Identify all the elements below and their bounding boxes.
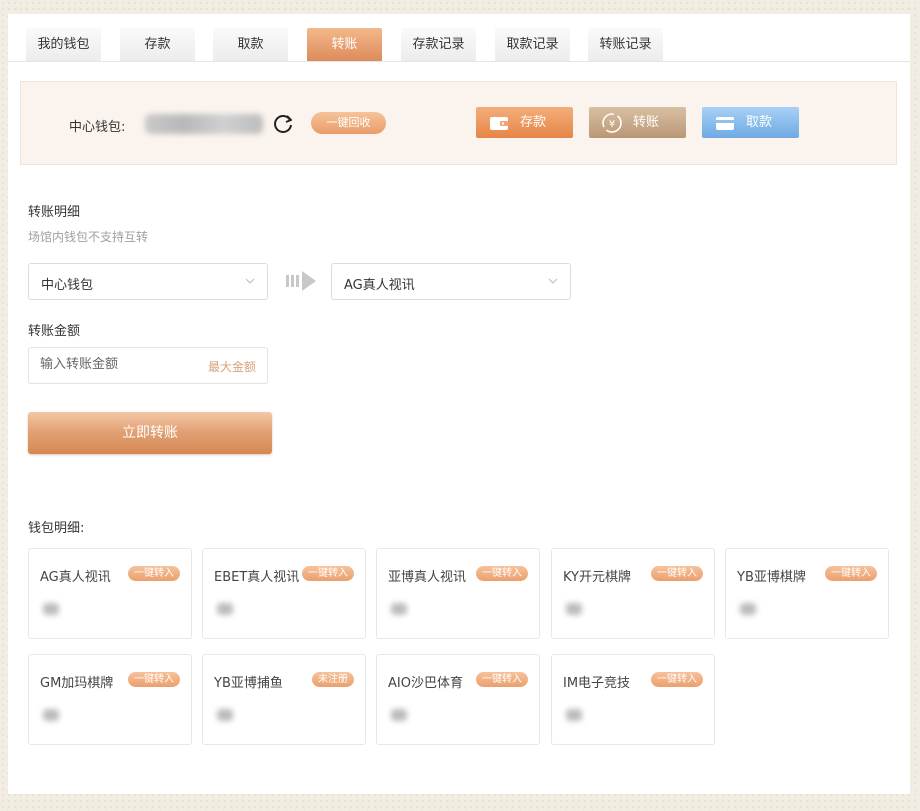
- deposit-button-label: 存款: [520, 115, 547, 130]
- wallet-card-name: EBET真人视讯: [214, 570, 300, 585]
- one-click-transfer-button[interactable]: 一键转入: [651, 566, 703, 581]
- max-amount-link[interactable]: 最大金额: [208, 358, 256, 375]
- center-wallet-balance-blurred: [145, 114, 263, 134]
- wallet-balance-blurred: [217, 709, 233, 721]
- transfer-now-button[interactable]: 立即转账: [28, 412, 272, 454]
- one-click-transfer-button[interactable]: 一键转入: [128, 566, 180, 581]
- transfer-button-label: 转账: [633, 115, 660, 130]
- wallet-balance-blurred: [391, 603, 407, 615]
- transfer-detail-title: 转账明细: [28, 205, 81, 220]
- wallet-detail-title: 钱包明细:: [28, 521, 85, 536]
- wallet-balance-blurred: [566, 709, 582, 721]
- wallet-card-gm: GM加玛棋牌 一键转入: [28, 654, 192, 745]
- wallet-balance-blurred: [566, 603, 582, 615]
- one-click-recycle-button[interactable]: 一键回收: [311, 112, 386, 134]
- wallet-card-name: IM电子竞技: [563, 676, 631, 691]
- transfer-amount-field: 最大金额: [28, 347, 268, 384]
- to-wallet-select[interactable]: AG真人视讯: [331, 263, 571, 300]
- yuan-exchange-icon: ¥: [602, 113, 622, 133]
- tab-withdraw[interactable]: 取款: [213, 28, 288, 61]
- wallet-card-name: KY开元棋牌: [563, 570, 632, 585]
- transfer-amount-input[interactable]: [40, 357, 190, 372]
- from-wallet-value: 中心钱包: [41, 278, 94, 293]
- wallet-card-im: IM电子竞技 一键转入: [551, 654, 715, 745]
- transfer-hint: 场馆内钱包不支持互转: [28, 230, 149, 244]
- transfer-button[interactable]: ¥ 转账: [589, 107, 686, 138]
- tab-transfer-records[interactable]: 转账记录: [588, 28, 663, 61]
- tab-deposit[interactable]: 存款: [120, 28, 195, 61]
- wallet-card-ky: KY开元棋牌 一键转入: [551, 548, 715, 639]
- transfer-amount-title: 转账金额: [28, 324, 81, 339]
- wallet-card-yabo-live: 亚博真人视讯 一键转入: [376, 548, 540, 639]
- one-click-transfer-button[interactable]: 一键转入: [476, 672, 528, 687]
- wallet-balance-blurred: [391, 709, 407, 721]
- withdraw-button[interactable]: 取款: [702, 107, 799, 138]
- wallet-card-name: YB亚博捕鱼: [214, 676, 283, 691]
- one-click-transfer-button[interactable]: 一键转入: [651, 672, 703, 687]
- wallet-icon: [490, 117, 508, 130]
- withdraw-button-label: 取款: [746, 115, 773, 130]
- deposit-button[interactable]: 存款: [476, 107, 573, 138]
- svg-text:¥: ¥: [609, 119, 615, 130]
- wallet-card-ebet: EBET真人视讯 一键转入: [202, 548, 366, 639]
- tab-my-wallet[interactable]: 我的钱包: [26, 28, 101, 61]
- one-click-transfer-button[interactable]: 一键转入: [302, 566, 354, 581]
- wallet-balance-blurred: [740, 603, 756, 615]
- wallet-card-name: AG真人视讯: [40, 570, 111, 585]
- main-panel: 我的钱包 存款 取款 转账 存款记录 取款记录 转账记录 中心钱包: 一键回收 …: [8, 14, 910, 794]
- wallet-card-yb-fishing: YB亚博捕鱼 未注册: [202, 654, 366, 745]
- one-click-transfer-button[interactable]: 一键转入: [128, 672, 180, 687]
- one-click-transfer-button[interactable]: 一键转入: [476, 566, 528, 581]
- tab-deposit-records[interactable]: 存款记录: [401, 28, 476, 61]
- refresh-icon[interactable]: [271, 112, 295, 136]
- chevron-down-icon: [245, 278, 255, 284]
- card-icon: [716, 117, 734, 130]
- tab-divider: [8, 61, 910, 62]
- chevron-down-icon: [548, 278, 558, 284]
- wallet-card-yb-chess: YB亚博棋牌 一键转入: [725, 548, 889, 639]
- wallet-balance-blurred: [43, 709, 59, 721]
- to-wallet-value: AG真人视讯: [344, 278, 415, 293]
- center-wallet-bar: 中心钱包: 一键回收 存款 ¥ 转账 取款: [20, 81, 897, 165]
- wallet-card-ag: AG真人视讯 一键转入: [28, 548, 192, 639]
- tab-transfer[interactable]: 转账: [307, 28, 382, 61]
- wallet-card-aio: AIO沙巴体育 一键转入: [376, 654, 540, 745]
- wallet-card-name: 亚博真人视讯: [388, 570, 467, 585]
- wallet-card-name: AIO沙巴体育: [388, 676, 463, 691]
- transfer-arrow-icon: [286, 271, 316, 291]
- wallet-balance-blurred: [43, 603, 59, 615]
- wallet-card-name: YB亚博棋牌: [737, 570, 806, 585]
- wallet-balance-blurred: [217, 603, 233, 615]
- center-wallet-label: 中心钱包:: [69, 120, 126, 135]
- wallet-card-name: GM加玛棋牌: [40, 676, 114, 691]
- unregistered-badge[interactable]: 未注册: [312, 672, 354, 687]
- tab-withdraw-records[interactable]: 取款记录: [495, 28, 570, 61]
- one-click-transfer-button[interactable]: 一键转入: [825, 566, 877, 581]
- from-wallet-select[interactable]: 中心钱包: [28, 263, 268, 300]
